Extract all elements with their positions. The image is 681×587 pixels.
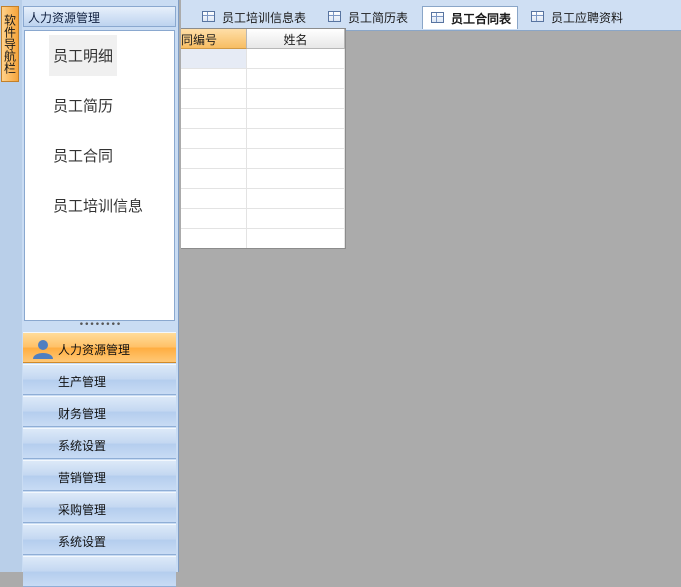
table-cell[interactable] bbox=[181, 109, 247, 129]
group-system-settings[interactable]: 系统设置 bbox=[23, 428, 176, 459]
tab-label: 员工培训信息表 bbox=[222, 11, 307, 25]
table-row[interactable] bbox=[181, 189, 345, 209]
table-cell[interactable] bbox=[181, 69, 247, 89]
table-cell[interactable] bbox=[247, 129, 345, 149]
table-row[interactable] bbox=[181, 149, 345, 169]
group-label: 系统设置 bbox=[58, 535, 107, 549]
table-icon bbox=[531, 11, 544, 22]
tab-applicant-info[interactable]: 员工应聘资料 bbox=[523, 6, 629, 28]
table-row[interactable] bbox=[181, 109, 345, 129]
user-icon bbox=[33, 340, 53, 359]
nav-item-employee-contract[interactable]: 员工合同 bbox=[49, 135, 117, 176]
table-cell[interactable] bbox=[181, 129, 247, 149]
side-tab-navigation[interactable]: 软件导航栏 bbox=[1, 6, 19, 82]
table-row[interactable] bbox=[181, 229, 345, 248]
table-cell[interactable] bbox=[247, 49, 345, 69]
table-cell[interactable] bbox=[181, 229, 247, 248]
table-cell[interactable] bbox=[181, 149, 247, 169]
nav-item-employee-resume[interactable]: 员工简历 bbox=[49, 85, 117, 126]
group-finance-management[interactable]: 财务管理 bbox=[23, 396, 176, 427]
tab-label: 员工应聘资料 bbox=[551, 11, 624, 25]
table-row[interactable] bbox=[181, 89, 345, 109]
panel-splitter-handle[interactable]: •••••••• bbox=[22, 321, 178, 331]
group-label: 采购管理 bbox=[58, 503, 107, 517]
group-purchase-management[interactable]: 采购管理 bbox=[23, 492, 176, 523]
table-cell[interactable] bbox=[247, 169, 345, 189]
table-cell[interactable] bbox=[181, 189, 247, 209]
group-label: 营销管理 bbox=[58, 471, 107, 485]
column-header-name[interactable]: 姓名 bbox=[247, 29, 345, 49]
table-row[interactable] bbox=[181, 49, 345, 69]
table-cell[interactable] bbox=[247, 89, 345, 109]
group-label: 系统设置 bbox=[58, 439, 107, 453]
tab-label: 员工简历表 bbox=[348, 11, 409, 25]
table-cell[interactable] bbox=[247, 69, 345, 89]
nav-item-list: 员工明细 员工简历 员工合同 员工培训信息 bbox=[24, 30, 175, 321]
table-row[interactable] bbox=[181, 69, 345, 89]
table-row[interactable] bbox=[181, 129, 345, 149]
group-hr-management[interactable]: 人力资源管理 bbox=[23, 332, 176, 363]
table-row[interactable] bbox=[181, 169, 345, 189]
group-marketing-management[interactable]: 营销管理 bbox=[23, 460, 176, 491]
tab-resume[interactable]: 员工简历表 bbox=[320, 6, 414, 28]
tab-label: 员工合同表 bbox=[451, 12, 512, 26]
nav-item-employee-training[interactable]: 员工培训信息 bbox=[49, 185, 147, 226]
table-cell[interactable] bbox=[247, 149, 345, 169]
table-cell[interactable] bbox=[181, 169, 247, 189]
table-icon bbox=[328, 11, 341, 22]
table-cell[interactable] bbox=[181, 89, 247, 109]
tab-contract[interactable]: 员工合同表 bbox=[422, 6, 519, 29]
table-cell[interactable] bbox=[181, 209, 247, 229]
tab-training-info[interactable]: 员工培训信息表 bbox=[194, 6, 312, 28]
navigation-panel: 人力资源管理 员工明细 员工简历 员工合同 员工培训信息 •••••••• 人力… bbox=[22, 0, 179, 587]
grid-body bbox=[181, 49, 345, 248]
table-cell[interactable] bbox=[247, 189, 345, 209]
group-label: 生产管理 bbox=[58, 375, 107, 389]
column-header-contract-number[interactable]: 同编号 bbox=[181, 29, 247, 49]
document-tab-bar: 员工培训信息表 员工简历表 员工合同表 员工应聘资料 bbox=[181, 0, 681, 31]
nav-item-employee-details[interactable]: 员工明细 bbox=[49, 35, 118, 76]
contract-data-grid[interactable]: 同编号 姓名 bbox=[181, 28, 346, 249]
grid-header: 同编号 姓名 bbox=[181, 29, 345, 49]
table-icon bbox=[431, 12, 444, 23]
group-label: 财务管理 bbox=[58, 407, 107, 421]
table-cell[interactable] bbox=[181, 49, 247, 69]
table-row[interactable] bbox=[181, 209, 345, 229]
nav-panel-title: 人力资源管理 bbox=[23, 6, 176, 27]
group-system-settings-2[interactable]: 系统设置 bbox=[23, 524, 176, 555]
table-cell[interactable] bbox=[247, 229, 345, 248]
side-tab-strip: 软件导航栏 bbox=[0, 0, 23, 572]
table-cell[interactable] bbox=[247, 209, 345, 229]
table-cell[interactable] bbox=[247, 109, 345, 129]
table-icon bbox=[202, 11, 215, 22]
group-production-management[interactable]: 生产管理 bbox=[23, 364, 176, 395]
group-label: 人力资源管理 bbox=[58, 343, 131, 357]
